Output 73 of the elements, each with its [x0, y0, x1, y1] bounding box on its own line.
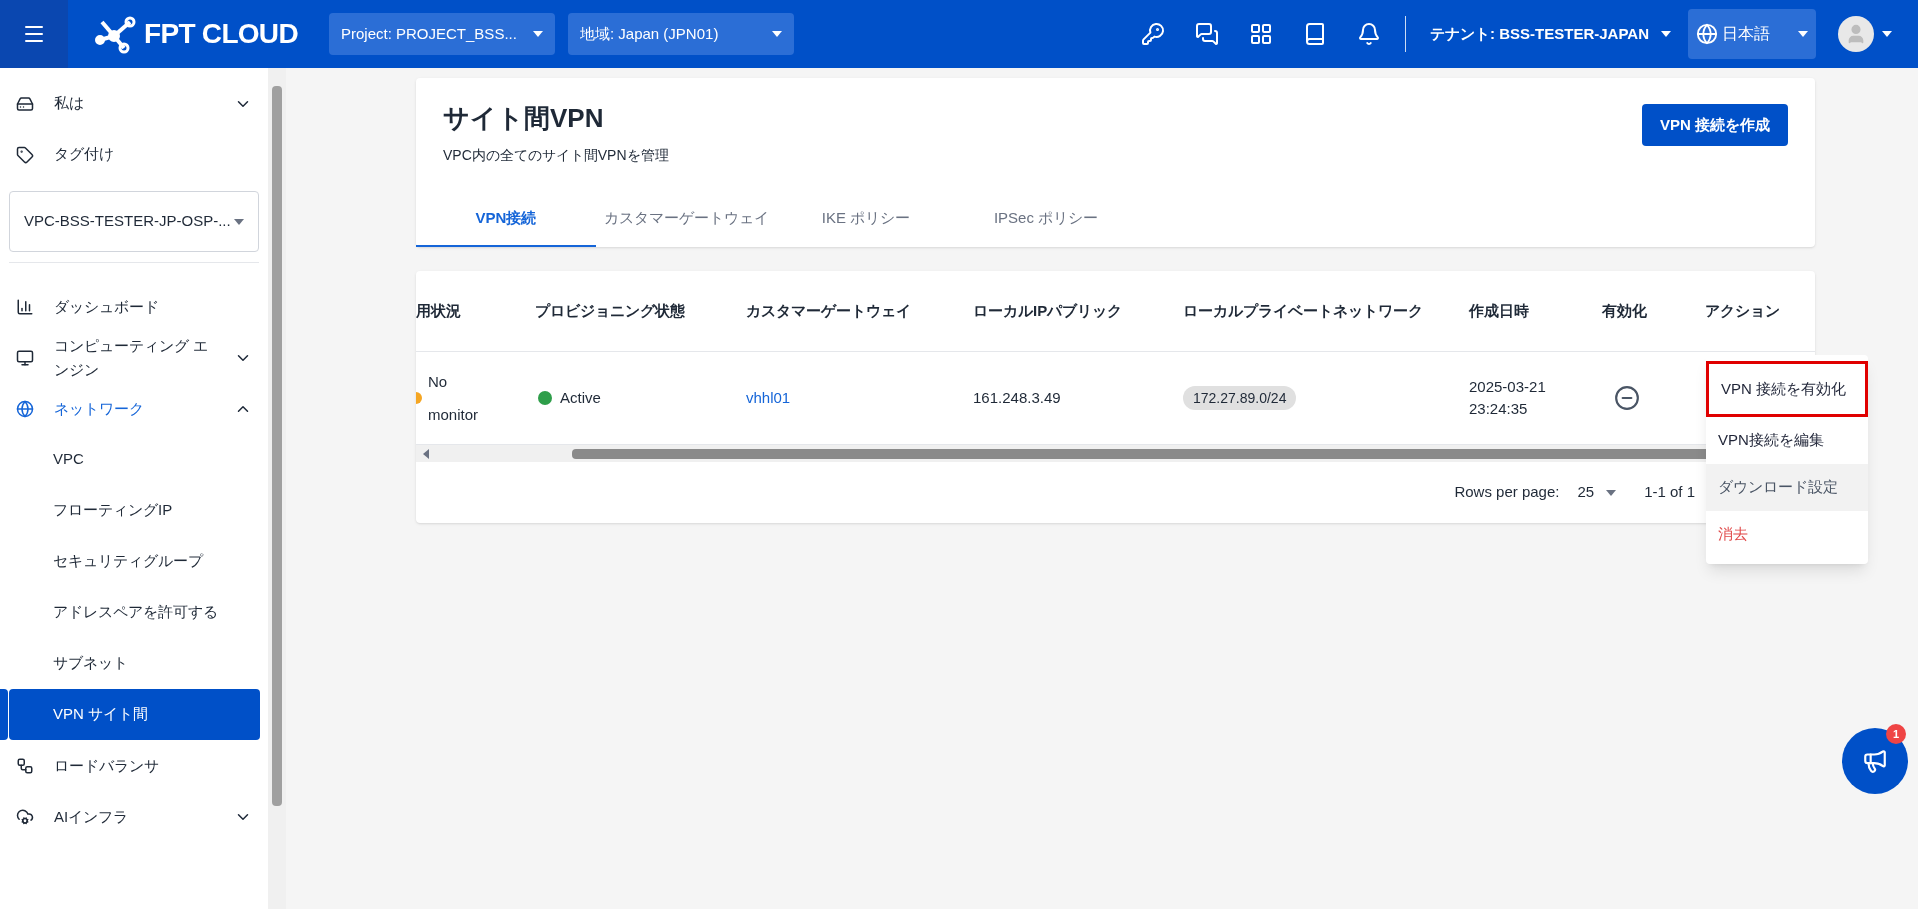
column-header: ローカルIPパブリック: [973, 300, 1124, 321]
megaphone-icon: [1862, 748, 1888, 774]
sidebar-item[interactable]: コンピューティング エンジン: [0, 332, 268, 383]
tag-icon: [16, 145, 34, 164]
sidebar-item[interactable]: ロードバランサ: [0, 740, 268, 791]
menu-item[interactable]: ダウンロード設定: [1706, 464, 1868, 511]
sidebar-subitem[interactable]: フローティングIP: [9, 485, 260, 536]
sidebar-item[interactable]: ダッシュボード: [0, 281, 268, 332]
project-select[interactable]: Project: PROJECT_BSS...: [329, 13, 555, 55]
globe-icon: [1696, 23, 1718, 45]
monitor-icon: [16, 348, 34, 367]
add-widget-icon[interactable]: [1249, 22, 1274, 46]
caret-icon: [1798, 31, 1808, 37]
page-subtitle: VPC内の全てのサイト間VPNを管理: [443, 145, 669, 165]
column-header: 有効化: [1602, 300, 1648, 321]
caret-icon: [772, 31, 782, 37]
table-cell-text: Active: [560, 387, 601, 408]
column-header: 用状況: [416, 300, 462, 321]
drive-icon: [16, 94, 34, 113]
caret-icon: [1882, 31, 1892, 37]
avatar: [1838, 16, 1874, 52]
page-range: 1-1 of 1: [1644, 482, 1695, 503]
create-vpn-button[interactable]: VPN 接続を作成: [1642, 104, 1788, 146]
menu-item[interactable]: VPN 接続を有効化: [1706, 361, 1868, 417]
tab[interactable]: IPSec ポリシー: [956, 191, 1136, 247]
selection-indicator: [0, 689, 8, 740]
caret-icon: [533, 31, 543, 37]
rows-per-page-label: Rows per page:: [1454, 482, 1560, 503]
key-icon[interactable]: [1141, 22, 1166, 46]
vertical-scrollbar[interactable]: [268, 68, 286, 909]
globe-icon: [16, 399, 34, 418]
network-chip: 172.27.89.0/24: [1183, 385, 1297, 410]
tab[interactable]: VPN接続: [416, 191, 596, 247]
tab[interactable]: カスタマーゲートウェイ: [596, 191, 776, 247]
account-menu[interactable]: [1838, 16, 1892, 52]
table-cell-text: No monitor: [428, 372, 480, 425]
language-select[interactable]: 日本語: [1688, 9, 1816, 59]
sidebar-item[interactable]: ネットワーク: [0, 383, 268, 434]
caret-icon: [1606, 489, 1617, 496]
sidebar-subitem[interactable]: VPN サイト間: [9, 689, 260, 740]
bar-chart-icon: [16, 297, 34, 316]
logo-text: FPT CLOUD: [144, 17, 298, 51]
column-header: ローカルプライベートネットワーク: [1183, 300, 1424, 321]
nodes-icon: [16, 756, 34, 775]
column-header: プロビジョニング状態: [535, 300, 686, 321]
column-header: アクション: [1705, 300, 1781, 321]
vpc-select[interactable]: VPC-BSS-TESTER-JP-OSP-...: [9, 191, 259, 252]
caret-icon: [1661, 31, 1671, 37]
menu-item[interactable]: 消去: [1706, 511, 1868, 558]
column-header: 作成日時: [1469, 300, 1530, 321]
menu-button[interactable]: [0, 0, 68, 68]
sidebar-subitem[interactable]: サブネット: [9, 638, 260, 689]
rows-per-page-select[interactable]: 25: [1577, 481, 1617, 504]
region-select[interactable]: 地域: Japan (JPN01): [568, 13, 794, 55]
sidebar-item[interactable]: AIインフラ: [0, 791, 268, 842]
sidebar-item[interactable]: 私は: [0, 78, 268, 129]
caret-icon: [234, 218, 244, 225]
column-header: カスタマーゲートウェイ: [746, 300, 912, 321]
help-chat-icon[interactable]: [1195, 22, 1220, 46]
table-cell: 161.248.3.49: [973, 388, 1061, 406]
tab[interactable]: IKE ポリシー: [776, 191, 956, 247]
sidebar-subitem[interactable]: セキュリティグループ: [9, 536, 260, 587]
sidebar-subitem[interactable]: VPC: [9, 434, 260, 485]
gateway-link[interactable]: vhhl01: [746, 388, 791, 406]
menu-item[interactable]: VPN接続を編集: [1706, 417, 1868, 464]
notification-badge: 1: [1886, 724, 1906, 744]
sidebar-subitem[interactable]: アドレスペアを許可する: [9, 587, 260, 638]
tenant-select[interactable]: テナント: BSS-TESTER-JAPAN: [1430, 22, 1671, 46]
table-cell-text: 2025-03-21 23:24:35: [1469, 377, 1547, 419]
cloud-icon: [16, 807, 34, 826]
page-title: サイト間VPN: [443, 102, 605, 135]
sidebar-item[interactable]: タグ付け: [0, 129, 268, 180]
bell-icon[interactable]: [1357, 22, 1382, 46]
